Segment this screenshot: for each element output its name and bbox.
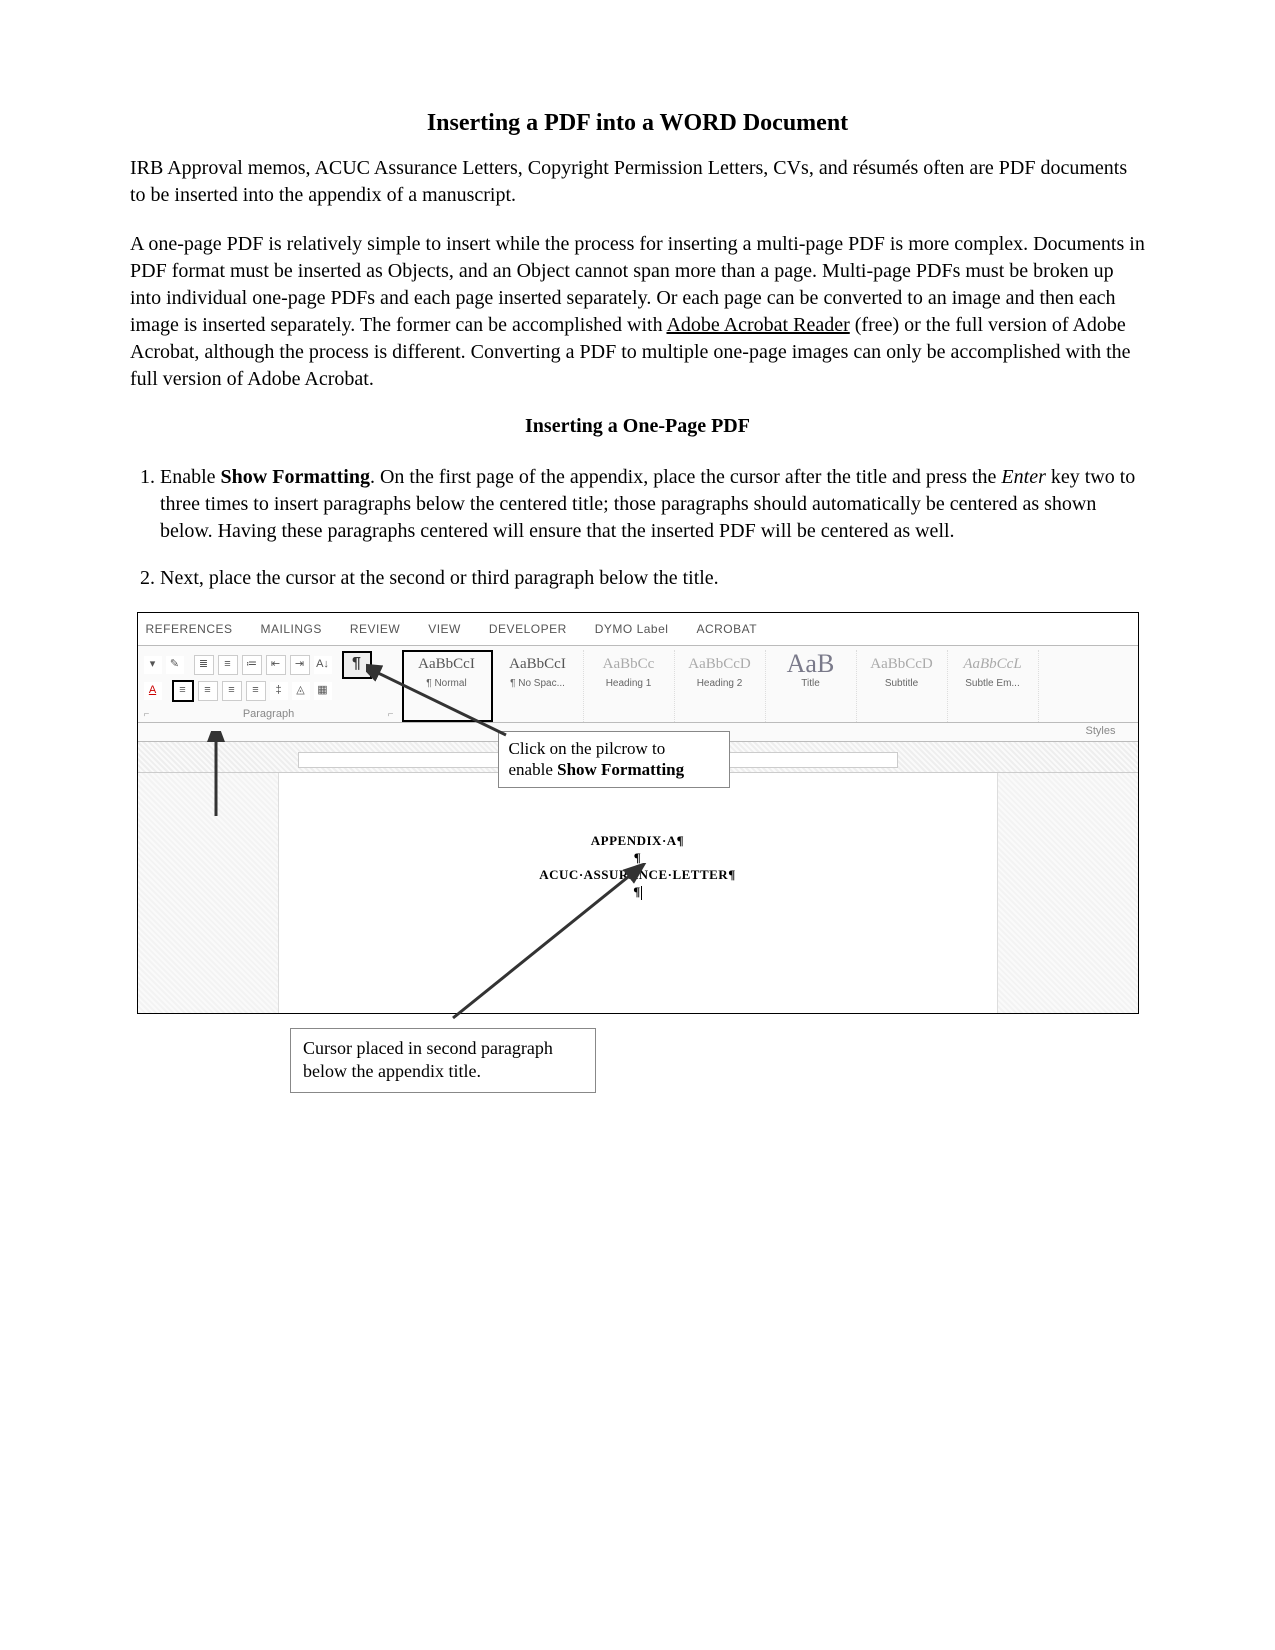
pilcrow-callout-line2b: Show Formatting [557, 760, 684, 779]
document-area[interactable]: APPENDIX·A¶ ¶ ACUC·ASSURANCE·LETTER¶ ¶ [138, 773, 1138, 1013]
page-title: Inserting a PDF into a WORD Document [130, 110, 1145, 137]
style-name: ¶ Normal [404, 678, 490, 689]
text-cursor-icon [641, 886, 642, 900]
style-sample: AaBbCcD [677, 652, 763, 676]
doc-line-pilcrow-1: ¶ [279, 850, 997, 867]
tab-review[interactable]: REVIEW [350, 622, 400, 636]
numbering-icon[interactable]: ≡ [218, 655, 238, 675]
font-color-icon[interactable]: A [144, 682, 162, 700]
tab-acrobat[interactable]: ACROBAT [696, 622, 757, 636]
pilcrow-callout-line2a: enable [509, 760, 558, 779]
style-no-spacing[interactable]: AaBbCcI ¶ No Spac... [493, 650, 584, 722]
line-spacing-icon[interactable]: ‡ [270, 682, 288, 700]
style-name: Title [768, 678, 854, 689]
style-sample: AaB [768, 652, 854, 676]
tab-mailings[interactable]: MAILINGS [261, 622, 322, 636]
paste-dropdown-icon[interactable]: ▾ [144, 656, 162, 674]
doc-line-appendix: APPENDIX·A¶ [279, 833, 997, 850]
style-name: Subtitle [859, 678, 945, 689]
doc-line-pilcrow-2: ¶ [279, 884, 997, 901]
section-heading: Inserting a One-Page PDF [130, 415, 1145, 438]
pilcrow-callout-line1: Click on the pilcrow to [509, 739, 666, 758]
adobe-reader-link[interactable]: Adobe Acrobat Reader [666, 314, 849, 336]
doc-line-pilcrow-2-text: ¶ [633, 884, 641, 899]
step1-rest-a: . On the first page of the appendix, pla… [370, 466, 1001, 488]
pilcrow-callout: Click on the pilcrow to enable Show Form… [498, 731, 730, 788]
tab-references[interactable]: REFERENCES [146, 622, 233, 636]
style-sample: AaBbCcD [859, 652, 945, 676]
style-sample: AaBbCcI [404, 652, 490, 676]
increase-indent-icon[interactable]: ⇥ [290, 655, 310, 675]
styles-gallery[interactable]: AaBbCcI ¶ Normal AaBbCcI ¶ No Spac... Aa… [400, 646, 1138, 722]
style-name: Subtle Em... [950, 678, 1036, 689]
format-painter-icon[interactable]: ✎ [166, 656, 184, 674]
decrease-indent-icon[interactable]: ⇤ [266, 655, 286, 675]
cursor-callout: Cursor placed in second paragraph below … [290, 1028, 596, 1093]
intro-paragraph-2: A one-page PDF is relatively simple to i… [130, 231, 1145, 393]
word-screenshot: REFERENCES MAILINGS REVIEW VIEW DEVELOPE… [137, 612, 1139, 1014]
paragraph-group: ▾ ✎ ≣ ≡ ≔ ⇤ ⇥ A↓ ¶ A ≡ ≡ ≡ ≡ [138, 646, 400, 722]
style-title[interactable]: AaB Title [766, 650, 857, 722]
align-left-icon[interactable]: ≡ [172, 680, 194, 702]
style-sample: AaBbCcI [495, 652, 581, 676]
document-content: APPENDIX·A¶ ¶ ACUC·ASSURANCE·LETTER¶ ¶ [279, 773, 997, 901]
intro-paragraph-1: IRB Approval memos, ACUC Assurance Lette… [130, 155, 1145, 209]
style-heading-2[interactable]: AaBbCcD Heading 2 [675, 650, 766, 722]
style-name: Heading 1 [586, 678, 672, 689]
style-subtle-em[interactable]: AaBbCcL Subtle Em... [948, 650, 1039, 722]
tab-dymo[interactable]: DYMO Label [595, 622, 669, 636]
justify-icon[interactable]: ≡ [246, 681, 266, 701]
style-sample: AaBbCc [586, 652, 672, 676]
ribbon-tabs: REFERENCES MAILINGS REVIEW VIEW DEVELOPE… [138, 613, 1138, 646]
tab-view[interactable]: VIEW [428, 622, 461, 636]
style-heading-1[interactable]: AaBbCc Heading 1 [584, 650, 675, 722]
tab-developer[interactable]: DEVELOPER [489, 622, 567, 636]
steps-list: Enable Show Formatting. On the first pag… [130, 464, 1145, 592]
shading-icon[interactable]: ◬ [292, 682, 310, 700]
paragraph-group-label: Paragraph [243, 708, 294, 720]
align-center-icon[interactable]: ≡ [198, 681, 218, 701]
style-sample: AaBbCcL [950, 652, 1036, 676]
document-page: APPENDIX·A¶ ¶ ACUC·ASSURANCE·LETTER¶ ¶ [278, 773, 998, 1013]
step-1: Enable Show Formatting. On the first pag… [160, 464, 1145, 545]
sort-icon[interactable]: A↓ [314, 656, 332, 674]
bullets-icon[interactable]: ≣ [194, 655, 214, 675]
align-arrow-icon [206, 731, 226, 821]
borders-icon[interactable]: ▦ [314, 682, 332, 700]
style-normal[interactable]: AaBbCcI ¶ Normal [402, 650, 493, 722]
style-name: Heading 2 [677, 678, 763, 689]
step1-italic: Enter [1001, 466, 1045, 488]
style-subtitle[interactable]: AaBbCcD Subtitle [857, 650, 948, 722]
doc-line-acuc: ACUC·ASSURANCE·LETTER¶ [279, 867, 997, 884]
align-right-icon[interactable]: ≡ [222, 681, 242, 701]
ribbon-body: ▾ ✎ ≣ ≡ ≔ ⇤ ⇥ A↓ ¶ A ≡ ≡ ≡ ≡ [138, 646, 1138, 723]
pilcrow-button[interactable]: ¶ [342, 651, 372, 679]
multilevel-icon[interactable]: ≔ [242, 655, 262, 675]
style-name: ¶ No Spac... [495, 678, 581, 689]
step-2: Next, place the cursor at the second or … [160, 565, 1145, 592]
step1-lead: Enable [160, 466, 221, 488]
step1-bold: Show Formatting [221, 466, 370, 488]
